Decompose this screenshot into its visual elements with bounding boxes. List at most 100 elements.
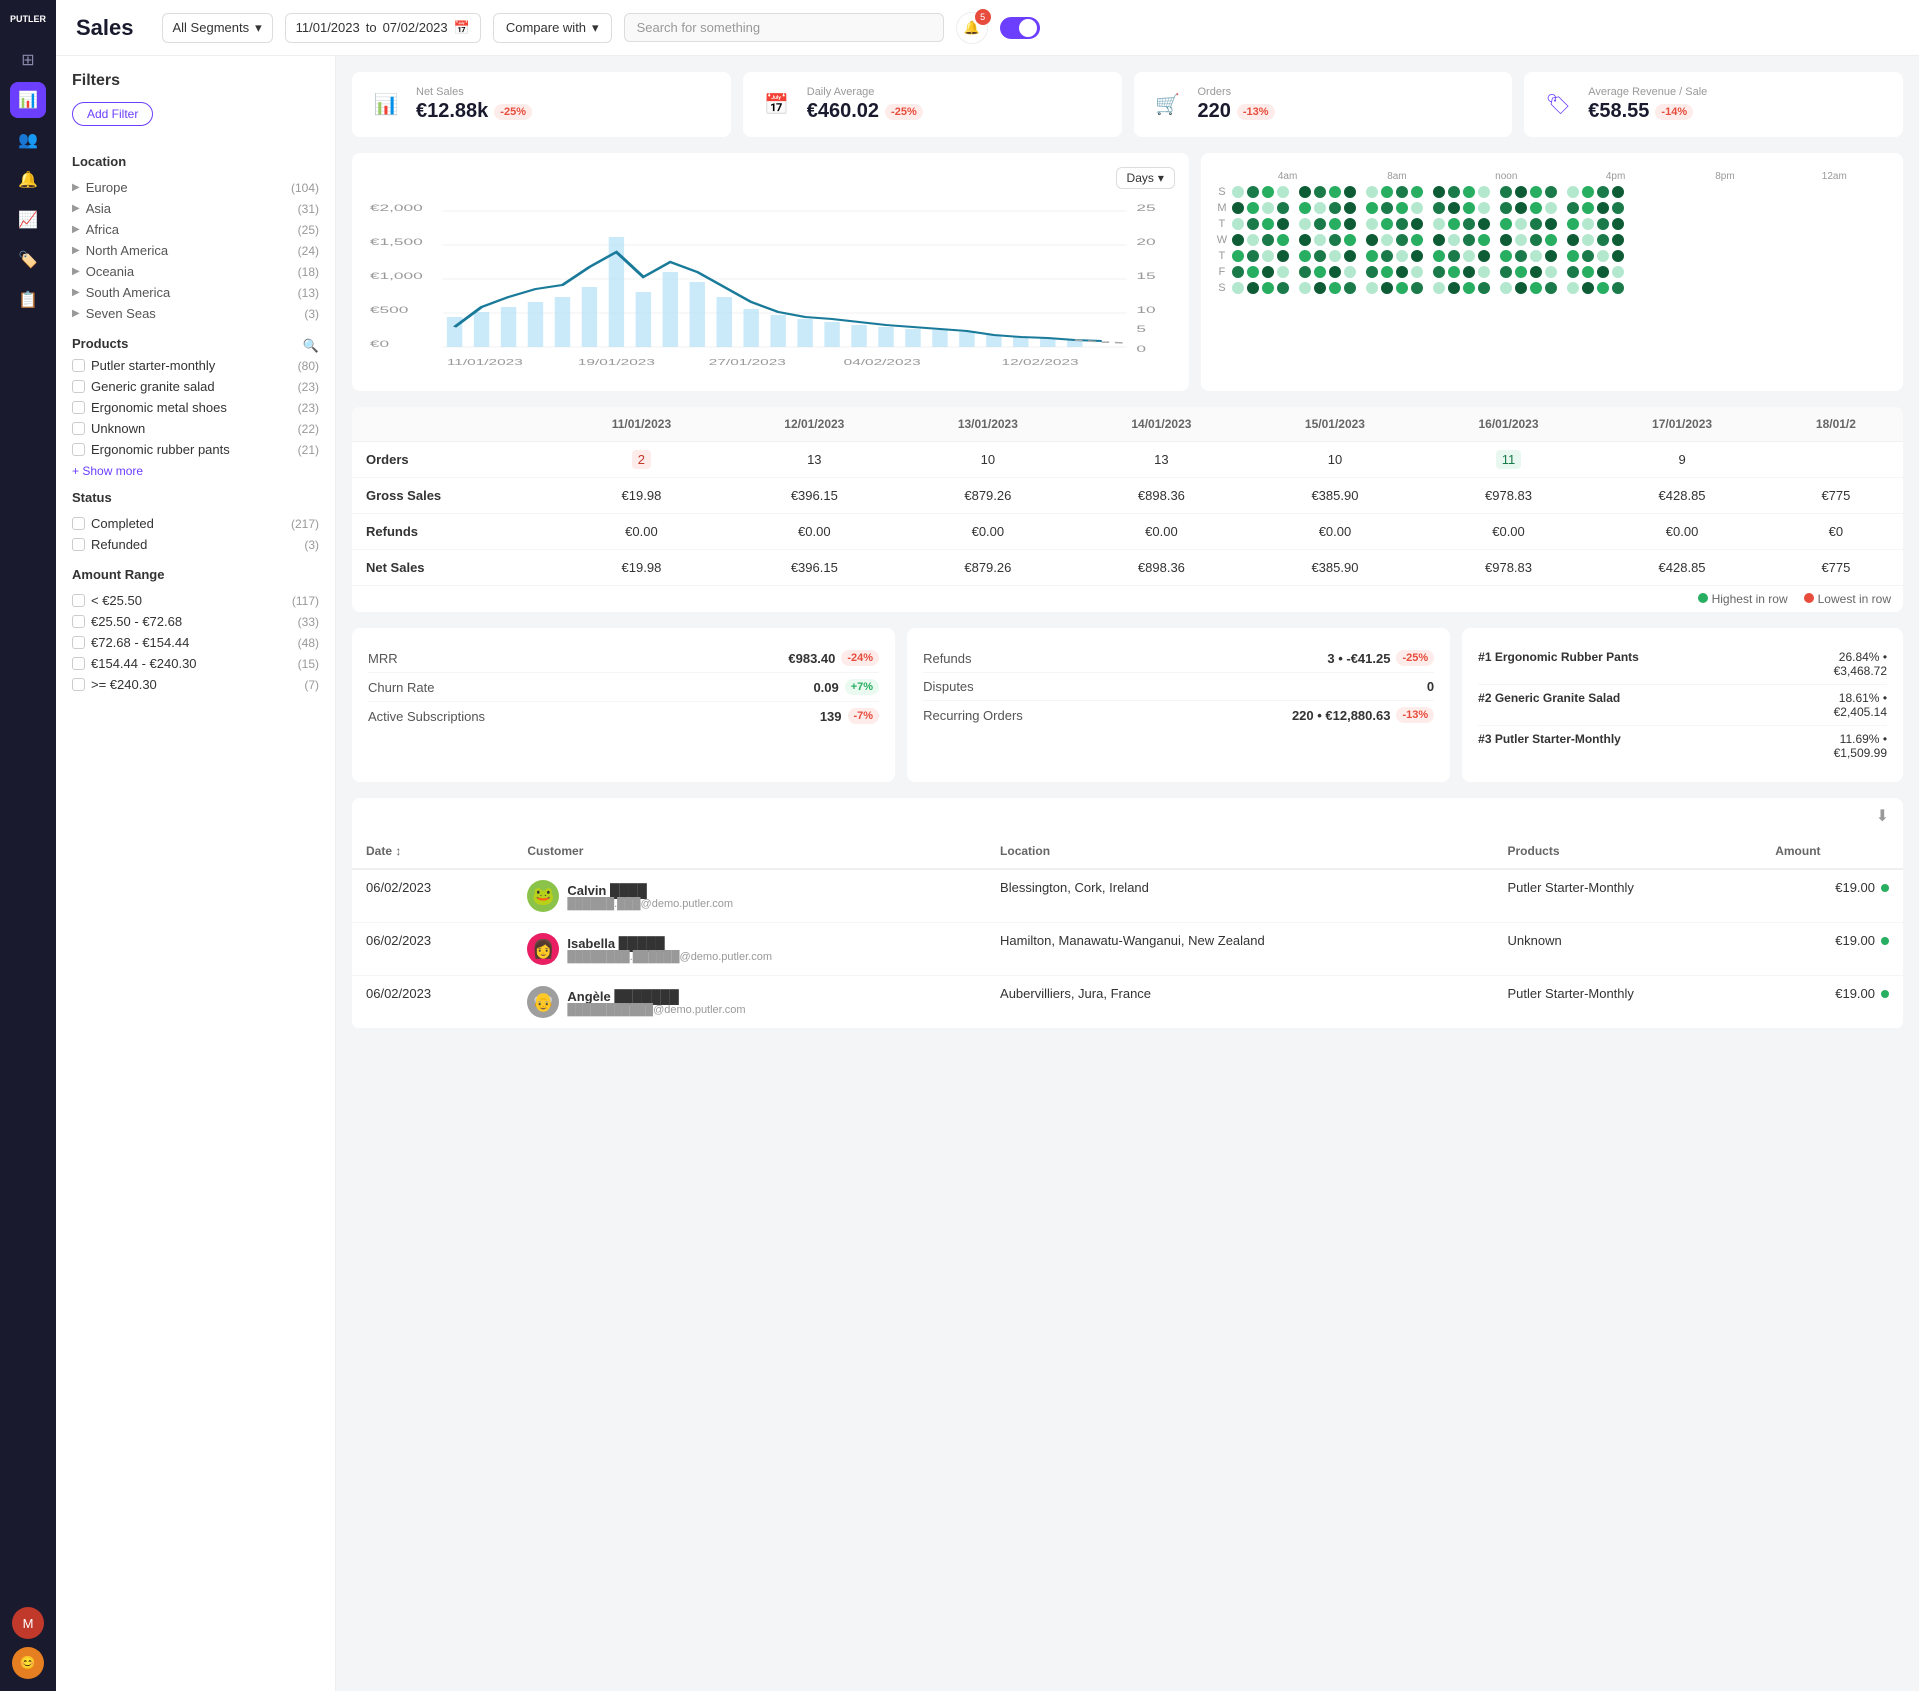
location-filter-item[interactable]: ▶ North America (24) (72, 240, 319, 261)
stats-row: MRR €983.40 -24% Churn Rate 0.09 +7% Act… (352, 628, 1903, 782)
theme-toggle[interactable] (1000, 17, 1040, 39)
user-avatar-face[interactable]: 😊 (12, 1647, 44, 1679)
dot-cell (1500, 218, 1512, 230)
dot-cell (1545, 266, 1557, 278)
amount-checkbox[interactable] (72, 636, 85, 649)
topbar: Sales All Segments ▾ 11/01/2023 to 07/02… (56, 0, 1919, 56)
dot-cell (1530, 186, 1542, 198)
table-cell: 13 (728, 442, 902, 478)
download-button[interactable]: ⬇ (1876, 806, 1889, 826)
segment-selector[interactable]: All Segments ▾ (162, 13, 273, 43)
location-filter-item[interactable]: ▶ Oceania (18) (72, 261, 319, 282)
kpi-orders: 🛒 Orders 220 -13% (1134, 72, 1513, 137)
compare-button[interactable]: Compare with ▾ (493, 13, 612, 43)
svg-text:€0: €0 (370, 339, 390, 349)
location-filter-item[interactable]: ▶ Seven Seas (3) (72, 303, 319, 324)
amount-checkbox[interactable] (72, 594, 85, 607)
table-row: Gross Sales€19.98€396.15€879.26€898.36€3… (352, 478, 1903, 514)
dot-cell (1344, 186, 1356, 198)
products-search-icon[interactable]: 🔍 (303, 338, 319, 354)
show-more-products[interactable]: + Show more (72, 464, 319, 478)
dot-cell (1396, 266, 1408, 278)
kpi-avg-revenue: 🏷 Average Revenue / Sale €58.55 -14% (1524, 72, 1903, 137)
location-filter-item[interactable]: ▶ South America (13) (72, 282, 319, 303)
sidebar-icon-notifications[interactable]: 🔔 (10, 162, 46, 198)
table-column-header: 16/01/2023 (1422, 407, 1596, 442)
sidebar-icon-analytics[interactable]: 📈 (10, 202, 46, 238)
dot-cell (1262, 250, 1274, 262)
table-cell: €0.00 (901, 514, 1075, 550)
table-row: Net Sales€19.98€396.15€879.26€898.36€385… (352, 550, 1903, 586)
search-input[interactable]: Search for something (624, 13, 944, 42)
product-checkbox[interactable] (72, 359, 85, 372)
amount-range-item: €25.50 - €72.68 (33) (72, 611, 319, 632)
dot-matrix-row: M (1215, 202, 1889, 214)
kpi-icon: 📅 (759, 87, 795, 123)
product-checkbox[interactable] (72, 422, 85, 435)
sidebar-icon-sales[interactable]: 📊 (10, 82, 46, 118)
dot-cell (1396, 186, 1408, 198)
dot-cell (1597, 282, 1609, 294)
location-filter-title: Location (72, 154, 319, 169)
dot-cell (1411, 234, 1423, 246)
table-cell: 11 (1422, 442, 1596, 478)
amount-range-title: Amount Range (72, 567, 319, 582)
sidebar-icon-reports[interactable]: 📋 (10, 282, 46, 318)
product-checkbox[interactable] (72, 380, 85, 393)
table-cell: €978.83 (1422, 478, 1596, 514)
dot-cell (1433, 234, 1445, 246)
dot-cell (1545, 250, 1557, 262)
location-filter-item[interactable]: ▶ Europe (104) (72, 177, 319, 198)
dot-cell (1448, 250, 1460, 262)
dot-cell (1366, 202, 1378, 214)
dot-cell (1597, 234, 1609, 246)
table-cell: €898.36 (1075, 550, 1249, 586)
dot-cell (1500, 186, 1512, 198)
dot-matrix-row: W (1215, 234, 1889, 246)
amount-range-item: >= €240.30 (7) (72, 674, 319, 695)
order-customer: 👴 Angèle ███████ ███████████@demo.putler… (513, 976, 986, 1029)
product-checkbox[interactable] (72, 401, 85, 414)
date-range-picker[interactable]: 11/01/2023 to 07/02/2023 📅 (285, 13, 481, 43)
add-filter-button[interactable]: Add Filter (72, 102, 153, 126)
dot-cell (1530, 234, 1542, 246)
dot-cell (1329, 218, 1341, 230)
user-avatar-m[interactable]: M (12, 1607, 44, 1639)
dot-cell (1411, 250, 1423, 262)
dot-matrix-row: S (1215, 186, 1889, 198)
dot-cell (1232, 234, 1244, 246)
amount-checkbox[interactable] (72, 615, 85, 628)
status-filter-item: Refunded (3) (72, 534, 319, 555)
status-filter-item: Completed (217) (72, 513, 319, 534)
dot-cell (1582, 282, 1594, 294)
location-filter-item[interactable]: ▶ Asia (31) (72, 198, 319, 219)
orders-column-header[interactable]: Date ↕ (352, 834, 513, 869)
dot-cell (1314, 218, 1326, 230)
sidebar-icon-home[interactable]: ⊞ (10, 42, 46, 78)
dot-cell (1463, 282, 1475, 294)
dot-cell (1545, 218, 1557, 230)
amount-checkbox[interactable] (72, 678, 85, 691)
dot-cell (1597, 202, 1609, 214)
status-checkbox[interactable] (72, 538, 85, 551)
order-product: Unknown (1493, 923, 1761, 976)
table-cell: 13 (1075, 442, 1249, 478)
sidebar-icon-tags[interactable]: 🏷️ (10, 242, 46, 278)
notification-button[interactable]: 🔔 5 (956, 12, 988, 44)
dot-cell (1448, 186, 1460, 198)
dot-cell (1247, 186, 1259, 198)
location-filter-item[interactable]: ▶ Africa (25) (72, 219, 319, 240)
status-checkbox[interactable] (72, 517, 85, 530)
dot-cell (1314, 282, 1326, 294)
table-actions: ⬇ (352, 798, 1903, 834)
product-checkbox[interactable] (72, 443, 85, 456)
table-row-label: Refunds (352, 514, 555, 550)
dot-cell (1299, 282, 1311, 294)
days-selector[interactable]: Days ▾ (1116, 167, 1175, 189)
dot-cell (1463, 186, 1475, 198)
amount-checkbox[interactable] (72, 657, 85, 670)
svg-text:€2,000: €2,000 (370, 203, 423, 213)
table-cell: 10 (901, 442, 1075, 478)
sidebar-icon-customers[interactable]: 👥 (10, 122, 46, 158)
dot-cell (1314, 250, 1326, 262)
